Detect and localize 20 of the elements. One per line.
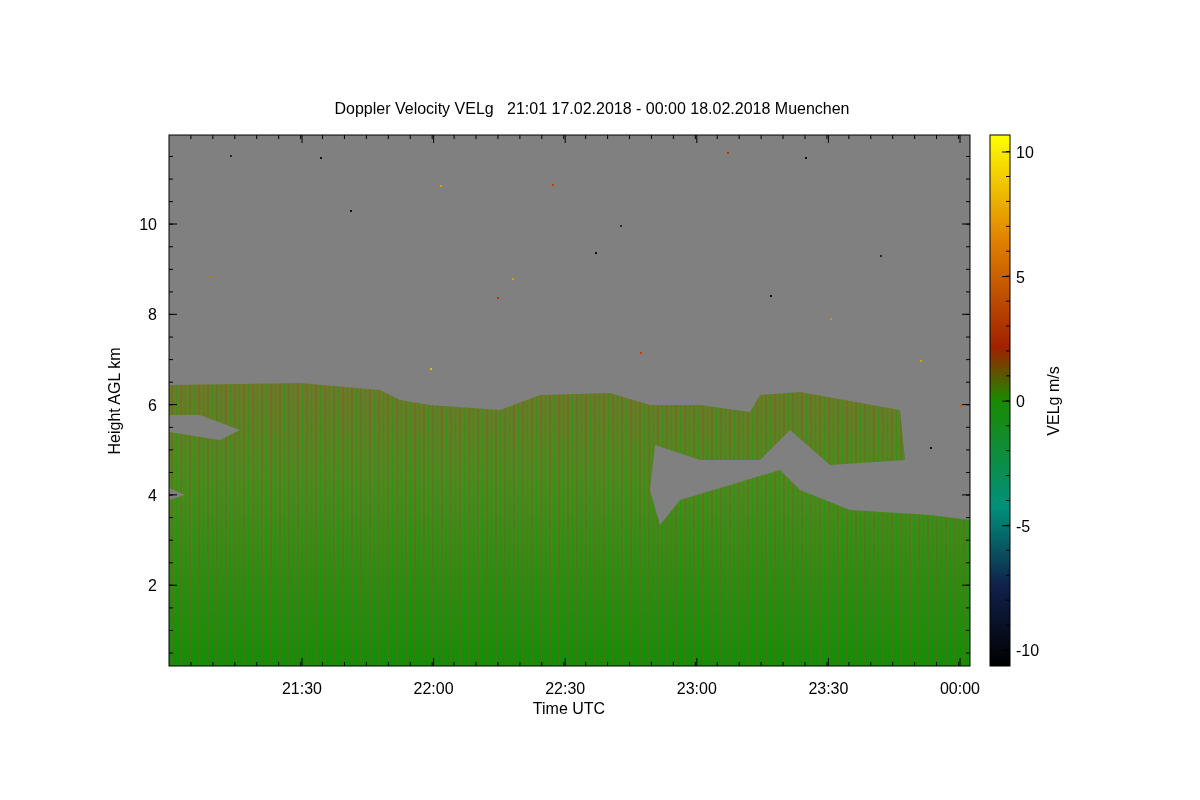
y-tick-label: 4 (148, 486, 157, 504)
x-tick-label: 00:00 (940, 680, 980, 697)
colorbar-tick-label: -5 (1016, 517, 1031, 535)
x-tick-label: 22:30 (545, 680, 586, 697)
x-tick-label: 22:00 (413, 680, 454, 697)
y-axis-label: Height AGL km (106, 347, 123, 455)
colorbar-tick-label: 0 (1016, 393, 1025, 411)
x-tick-label: 21:30 (282, 680, 322, 697)
colorbar-tick-label: 10 (1016, 144, 1034, 161)
colorbar-label: VELg m/s (1045, 366, 1062, 436)
colorbar-tick-label: -10 (1016, 642, 1040, 660)
x-tick-label: 23:30 (808, 680, 849, 697)
y-tick-label: 8 (148, 306, 157, 324)
y-tick-label: 6 (148, 396, 157, 414)
chart-title: Doppler Velocity VELg 21:01 17.02.2018 - 00:00 18.02.2018 Muenchen (334, 100, 850, 117)
y-tick-label: 10 (139, 216, 157, 233)
x-axis-label: Time UTC (532, 700, 606, 717)
y-tick-label: 2 (148, 577, 157, 595)
colorbar-tick-label: 5 (1016, 268, 1025, 286)
x-tick-label: 23:00 (676, 680, 717, 697)
